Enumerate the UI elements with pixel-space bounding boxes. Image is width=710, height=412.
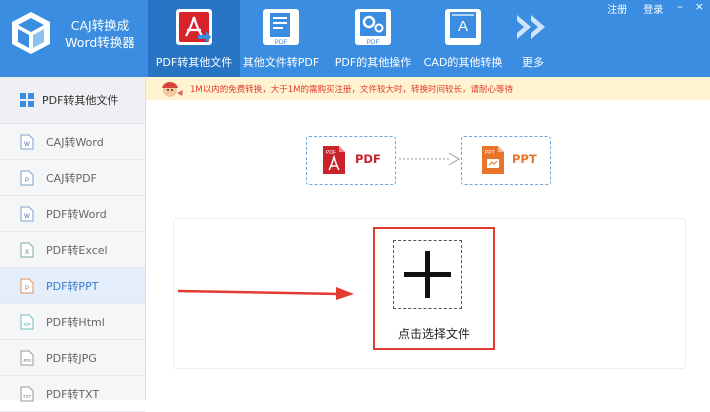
header-bar: CAJ转换成 Word转换器 PDF转其他文件 PDF 其他文件转PDF PDF… <box>0 0 710 77</box>
top-links: 注册 登录 – × <box>599 0 710 16</box>
pdf-file-icon: PDF <box>323 146 345 174</box>
minimize-icon[interactable]: – <box>671 0 689 14</box>
sidebar-header-label: PDF转其他文件 <box>42 94 119 107</box>
sidebar-header: PDF转其他文件 <box>0 77 145 124</box>
conversion-arrow-icon <box>399 152 460 166</box>
notice-text: 1M以内的免费转换，大于1M的需购买注册，文件较大时，转换时间较长，请耐心等待 <box>190 85 513 95</box>
svg-text:JPG: JPG <box>23 358 32 363</box>
sidebar-item-caj-pdf[interactable]: P CAJ转PDF <box>0 160 145 196</box>
svg-text:X: X <box>25 250 29 256</box>
pdf-icon-text: PDF <box>326 150 336 156</box>
sidebar-item-pdf-jpg[interactable]: JPG PDF转JPG <box>0 340 145 376</box>
toolbar-pdf-to-other[interactable]: PDF转其他文件 <box>148 0 240 77</box>
target-format-box: PPT PPT <box>461 136 551 185</box>
sidebar-item-pdf-html[interactable]: </> PDF转Html <box>0 304 145 340</box>
jpg-file-icon: JPG <box>20 350 34 366</box>
sidebar-item-pdf-excel[interactable]: X PDF转Excel <box>0 232 145 268</box>
ppt-file-icon: PPT <box>482 146 504 174</box>
target-format-label: PPT <box>512 152 537 166</box>
source-format-label: PDF <box>355 152 381 166</box>
sidebar-item-caj-word[interactable]: W CAJ转Word <box>0 124 145 160</box>
app-window: CAJ转换成 Word转换器 PDF转其他文件 PDF 其他文件转PDF PDF… <box>0 0 710 412</box>
ppt-icon-text: PPT <box>485 150 495 156</box>
sidebar-item-label: PDF转Excel <box>46 244 108 257</box>
sidebar-item-pdf-word[interactable]: W PDF转Word <box>0 196 145 232</box>
cube-logo-icon <box>12 12 50 54</box>
app-title-line2: Word转换器 <box>65 35 135 50</box>
svg-text:W: W <box>24 214 30 220</box>
svg-text:PDF: PDF <box>367 39 380 46</box>
toolbar-more[interactable]: 更多 <box>510 0 556 77</box>
app-title: CAJ转换成 Word转换器 <box>60 17 140 51</box>
sidebar-item-label: PDF转Word <box>46 208 107 221</box>
app-title-line1: CAJ转换成 <box>70 18 130 33</box>
svg-text:W: W <box>24 142 30 148</box>
toolbar-label: PDF的其他操作 <box>334 56 412 69</box>
close-icon[interactable]: × <box>689 0 710 14</box>
sidebar-item-label: PDF转Html <box>46 316 105 329</box>
cad-icon: A <box>445 9 481 45</box>
sidebar-item-pdf-txt[interactable]: TXT PDF转TXT <box>0 376 145 412</box>
toolbar-pdf-operations[interactable]: PDF PDF的其他操作 <box>328 0 418 77</box>
add-file-box[interactable] <box>393 240 462 309</box>
mascot-icon <box>162 82 183 97</box>
register-link[interactable]: 注册 <box>599 0 635 16</box>
svg-text:PDF: PDF <box>275 39 288 46</box>
caj-pdf-icon: P <box>20 170 34 186</box>
source-format-box: PDF PDF <box>306 136 396 185</box>
toolbar-label: PDF转其他文件 <box>155 56 233 69</box>
grid-icon <box>20 93 34 107</box>
svg-text:</>: </> <box>23 322 30 328</box>
sidebar-item-pdf-ppt[interactable]: P PDF转PPT <box>0 268 145 304</box>
notice-bar: 1M以内的免费转换，大于1M的需购买注册，文件较大时，转换时间较长，请耐心等待 <box>146 77 710 100</box>
pdf-acrobat-icon <box>176 9 212 45</box>
toolbar-label: 更多 <box>522 56 544 69</box>
plus-icon <box>404 251 451 298</box>
toolbar-label: 其他文件转PDF <box>242 56 320 69</box>
pdf-gear-icon: PDF <box>355 9 391 46</box>
caj-word-icon: W <box>20 134 34 150</box>
sidebar-item-label: CAJ转Word <box>46 136 104 149</box>
svg-text:P: P <box>25 178 29 184</box>
sidebar-item-label: PDF转JPG <box>46 352 97 365</box>
sidebar-item-label: PDF转PPT <box>46 280 99 293</box>
svg-text:TXT: TXT <box>23 394 32 399</box>
annotation-arrow <box>177 287 354 300</box>
select-file-label: 点击选择文件 <box>397 327 470 341</box>
file-to-pdf-icon: PDF <box>263 9 299 46</box>
toolbar-label: CAD的其他转换 <box>423 56 503 69</box>
ppt-file-icon: P <box>20 278 34 294</box>
html-file-icon: </> <box>20 314 34 330</box>
login-link[interactable]: 登录 <box>635 0 671 16</box>
toolbar-cad-conversion[interactable]: A CAD的其他转换 <box>420 0 506 77</box>
sidebar-item-label: CAJ转PDF <box>46 172 97 185</box>
word-file-icon: W <box>20 206 34 222</box>
double-chevron-icon <box>517 15 545 39</box>
excel-file-icon: X <box>20 242 34 258</box>
svg-text:A: A <box>458 18 468 35</box>
toolbar-other-to-pdf[interactable]: PDF 其他文件转PDF <box>240 0 322 77</box>
sidebar: PDF转其他文件 W CAJ转Word P CAJ转PDF W PDF转Word… <box>0 77 146 412</box>
svg-text:P: P <box>25 286 29 292</box>
